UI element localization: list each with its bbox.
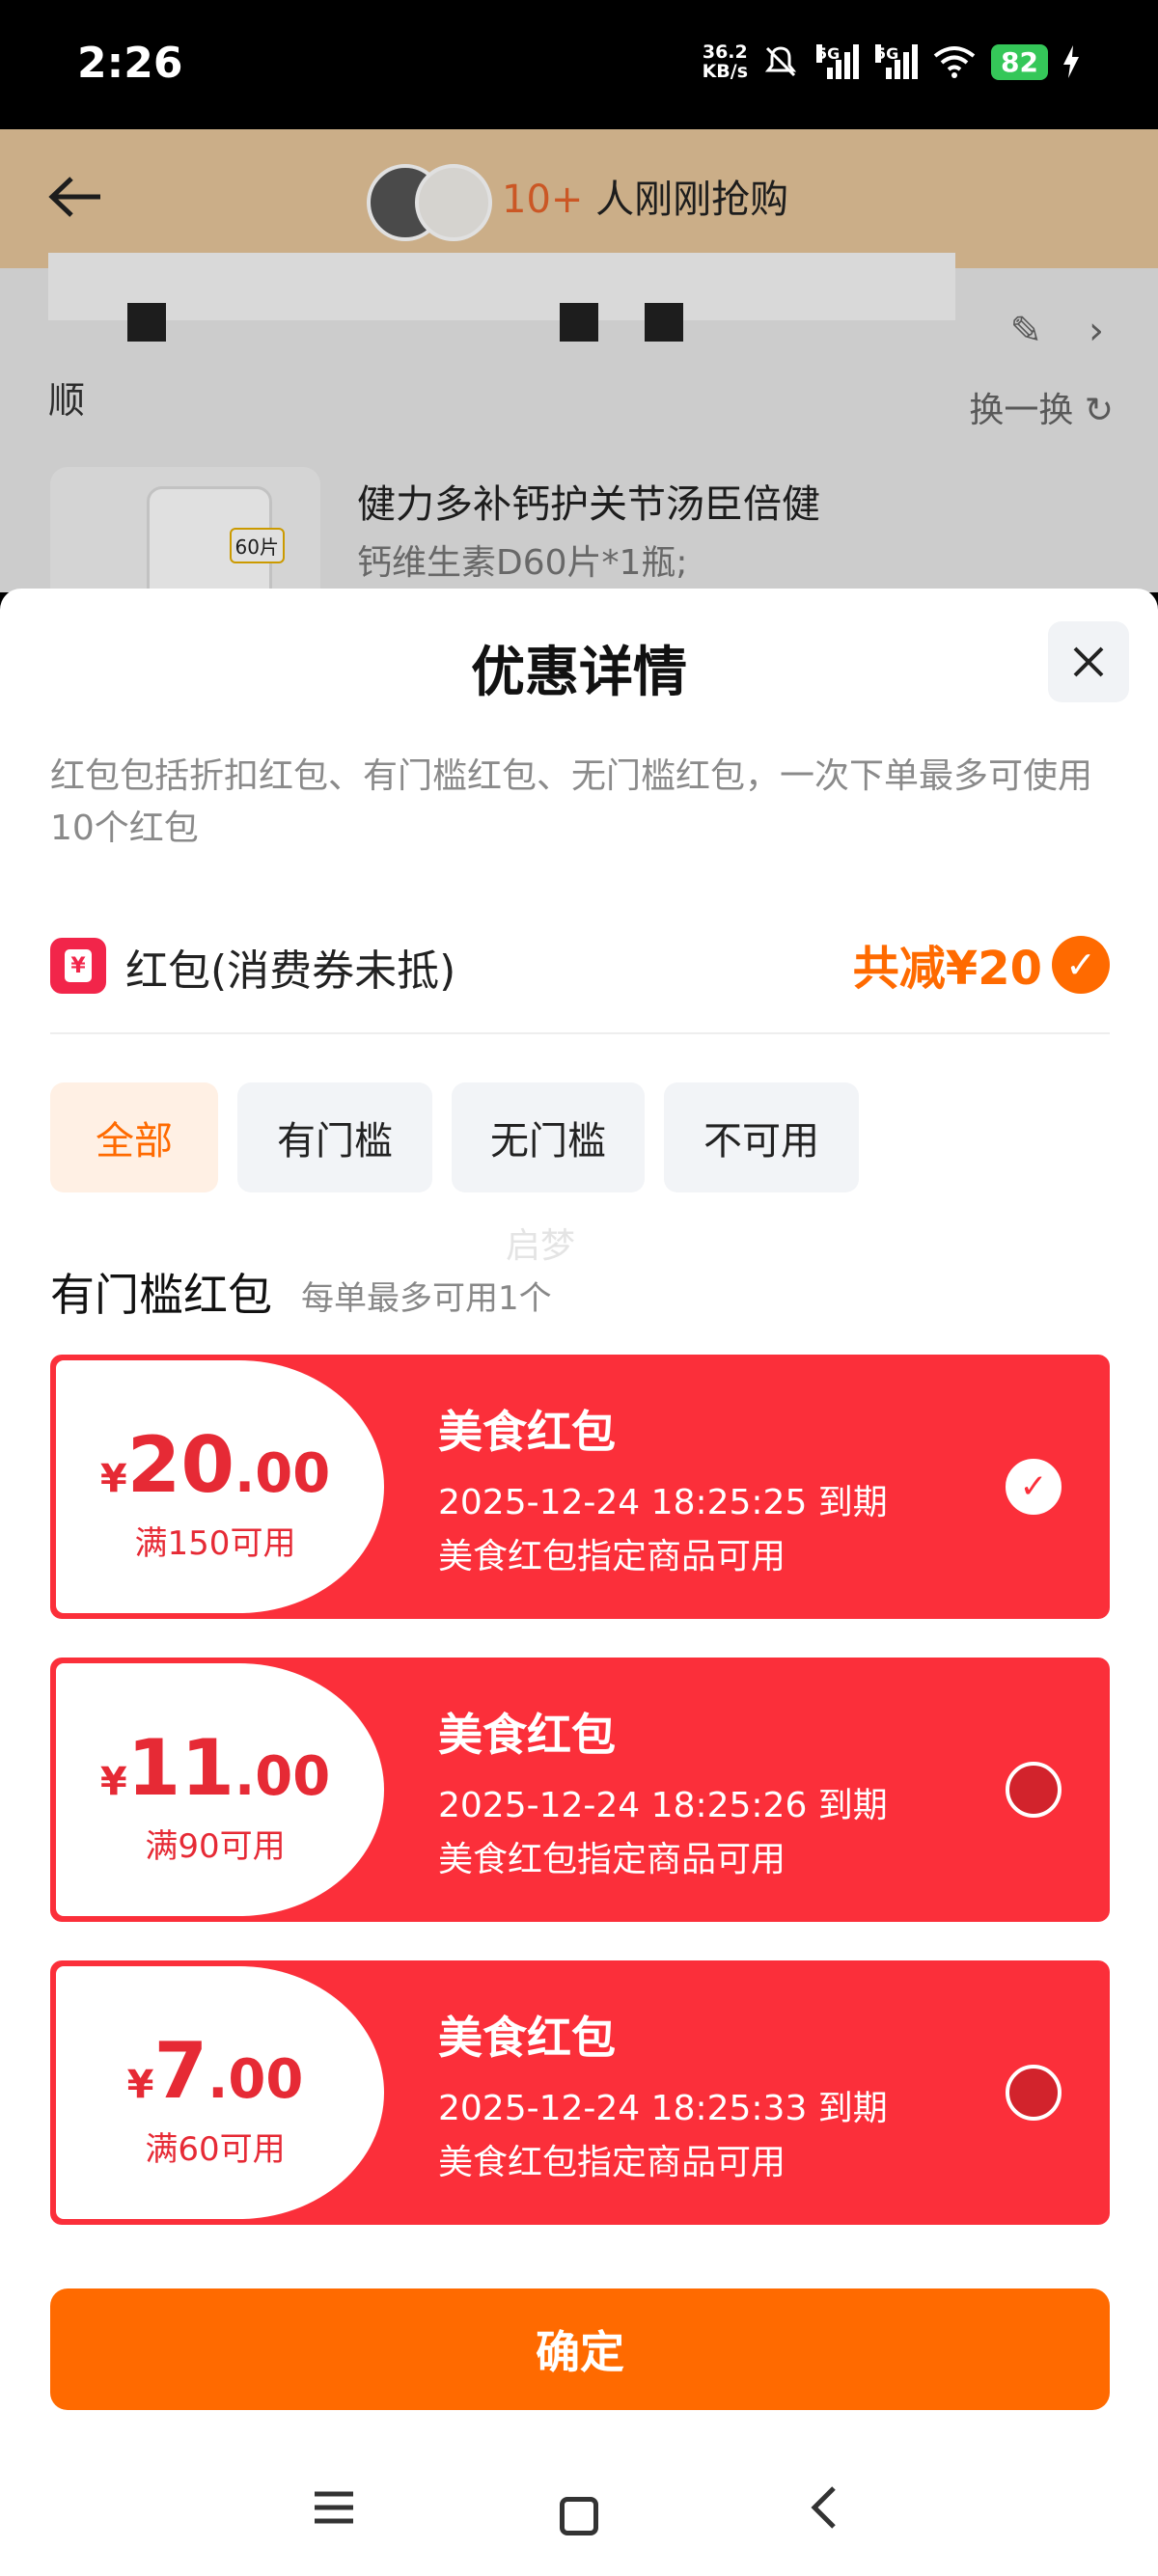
mute-icon	[761, 42, 800, 81]
coupon-card[interactable]: ¥20.00 满150可用 美食红包 2025-12-24 18:25:25 到…	[50, 1355, 1110, 1619]
coupon-radio[interactable]	[1006, 2065, 1062, 2121]
coupon-amount-dec: .00	[234, 1745, 331, 1808]
watermark: 启梦	[506, 1226, 576, 1266]
coupon-currency: ¥	[99, 1760, 127, 1804]
net-speed-unit: KB/s	[702, 61, 749, 82]
coupon-amount-int: 11	[126, 1723, 234, 1813]
status-time: 2:26	[77, 39, 183, 88]
coupon-name: 美食红包	[438, 2012, 616, 2064]
total-discount: 共减¥20	[852, 942, 1042, 996]
signal-icon-1: 5G	[813, 44, 860, 79]
signal-icon-2: 5G	[872, 44, 919, 79]
coupon-name: 美食红包	[438, 1709, 616, 1761]
coupon-expiry: 2025-12-24 18:25:33 到期	[438, 2089, 888, 2128]
filter-tabs: 全部 有门槛 无门槛 不可用	[50, 1082, 859, 1192]
coupon-value-panel: ¥11.00 满90可用	[56, 1663, 384, 1916]
divider	[50, 1032, 1110, 1034]
dim-overlay[interactable]	[0, 129, 1158, 592]
section-title: 有门槛红包	[50, 1269, 272, 1321]
discount-detail-sheet: 优惠详情 红包包括折扣红包、有门槛红包、无门槛红包，一次下单最多可使用10个红包…	[0, 589, 1158, 2576]
coupon-value-panel: ¥20.00 满150可用	[56, 1360, 384, 1613]
coupon-amount: ¥7.00	[56, 2026, 374, 2116]
battery-level: 82	[991, 43, 1048, 80]
close-icon	[1073, 646, 1104, 677]
background-page: 10+ 人刚刚抢购 ✎ › 顺 换一换 ↻ 60片 健力多补钙护关节汤臣倍健 钙…	[0, 129, 1158, 592]
coupon-condition: 满150可用	[134, 1524, 296, 1563]
system-nav-bar	[0, 2447, 1158, 2576]
section-subtitle: 每单最多可用1个	[301, 1279, 552, 1318]
coupon-scope: 美食红包指定商品可用	[438, 2143, 786, 2182]
confirm-button[interactable]: 确定	[50, 2288, 1110, 2410]
signal-2-label: 5G	[875, 44, 899, 63]
coupon-amount: ¥11.00	[56, 1723, 374, 1813]
coupon-amount-dec: .00	[234, 1442, 331, 1505]
coupon-amount-dec: .00	[207, 2048, 304, 2111]
coupon-condition: 满90可用	[145, 1827, 286, 1866]
yen-glyph: ¥	[65, 949, 92, 982]
tab-all[interactable]: 全部	[50, 1082, 218, 1192]
redpacket-icon: ¥	[50, 938, 106, 994]
coupon-name: 美食红包	[438, 1406, 616, 1458]
sheet-description: 红包包括折扣红包、有门槛红包、无门槛红包，一次下单最多可使用10个红包	[50, 756, 1093, 848]
close-button[interactable]	[1048, 621, 1129, 702]
coupon-expiry: 2025-12-24 18:25:26 到期	[438, 1786, 888, 1825]
coupon-value-panel: ¥7.00 满60可用	[56, 1966, 384, 2219]
net-speed: 36.2 KB/s	[703, 42, 748, 81]
status-bar: 2:26 36.2 KB/s 5G 5G 82	[0, 0, 1158, 129]
coupon-currency: ¥	[99, 1457, 127, 1501]
coupon-amount-int: 7	[153, 2026, 208, 2116]
redpacket-summary-row[interactable]: ¥ 红包(消费券未抵) 共减¥20 ✓	[50, 917, 1110, 1013]
coupon-radio-checked[interactable]: ✓	[1006, 1459, 1062, 1515]
net-speed-value: 36.2	[702, 41, 748, 63]
coupon-amount: ¥20.00	[56, 1420, 374, 1510]
coupon-expiry: 2025-12-24 18:25:25 到期	[438, 1483, 888, 1522]
coupon-condition: 满60可用	[145, 2130, 286, 2169]
status-icons: 36.2 KB/s 5G 5G 82	[703, 42, 1081, 81]
wifi-icon	[931, 44, 978, 79]
coupon-radio[interactable]	[1006, 1762, 1062, 1818]
coupon-amount-int: 20	[126, 1420, 234, 1510]
coupon-scope: 美食红包指定商品可用	[438, 1537, 786, 1576]
tab-unavailable[interactable]: 不可用	[664, 1082, 859, 1192]
redpacket-label: 红包(消费券未抵)	[125, 946, 456, 996]
coupon-currency: ¥	[126, 2063, 154, 2107]
charging-icon	[1062, 45, 1081, 78]
back-icon[interactable]	[805, 2481, 843, 2544]
tab-no-threshold[interactable]: 无门槛	[452, 1082, 645, 1192]
signal-1-label: 5G	[816, 44, 841, 63]
checkmark-icon[interactable]: ✓	[1052, 936, 1110, 994]
home-icon[interactable]	[560, 2497, 598, 2535]
sheet-title: 优惠详情	[471, 642, 687, 704]
tab-threshold[interactable]: 有门槛	[237, 1082, 432, 1192]
coupon-card[interactable]: ¥7.00 满60可用 美食红包 2025-12-24 18:25:33 到期 …	[50, 1960, 1110, 2225]
coupon-card[interactable]: ¥11.00 满90可用 美食红包 2025-12-24 18:25:26 到期…	[50, 1658, 1110, 1922]
menu-icon[interactable]	[311, 2481, 357, 2544]
coupon-scope: 美食红包指定商品可用	[438, 1840, 786, 1879]
